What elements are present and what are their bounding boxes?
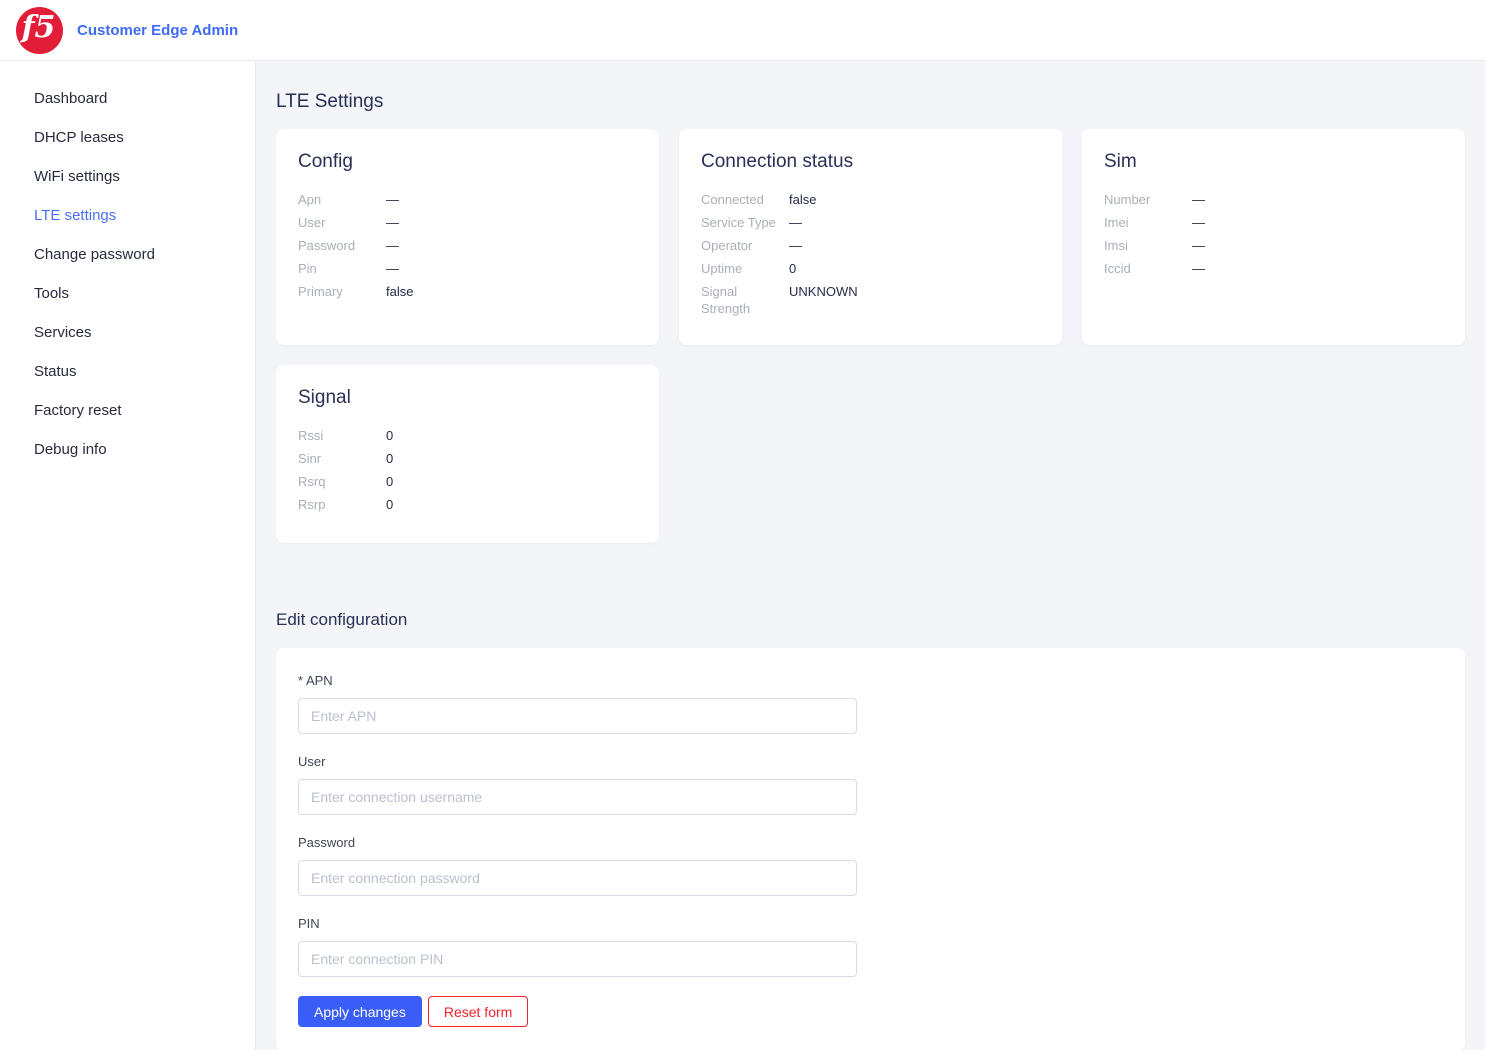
edit-configuration-title: Edit configuration [276, 609, 1465, 631]
sidebar: Dashboard DHCP leases WiFi settings LTE … [0, 61, 256, 1050]
row-label: Imsi [1104, 237, 1192, 254]
sim-row-imsi: Imsi — [1104, 237, 1443, 254]
sidebar-item-factory-reset[interactable]: Factory reset [0, 391, 255, 430]
row-label: Uptime [701, 260, 789, 277]
sidebar-item-dhcp-leases[interactable]: DHCP leases [0, 118, 255, 157]
row-value: — [1192, 191, 1205, 208]
row-value: 0 [386, 473, 393, 490]
reset-form-button[interactable]: Reset form [428, 996, 528, 1027]
sidebar-item-tools[interactable]: Tools [0, 274, 255, 313]
f5-logo-text: f5 [22, 13, 56, 43]
row-label: Rsrq [298, 473, 386, 490]
sidebar-item-dashboard[interactable]: Dashboard [0, 79, 255, 118]
form-actions: Apply changes Reset form [298, 996, 1443, 1027]
lte-settings-form: * APN User Password PIN Apply changes [298, 672, 1443, 1027]
connection-status-card: Connection status Connected false Servic… [679, 129, 1062, 345]
sim-card: Sim Number — Imei — Imsi — Iccid — [1082, 129, 1465, 345]
config-row-user: User — [298, 214, 637, 231]
signal-row-rssi: Rssi 0 [298, 427, 637, 444]
row-value: — [386, 237, 399, 254]
signal-row-rsrp: Rsrp 0 [298, 496, 637, 513]
sidebar-item-change-password[interactable]: Change password [0, 235, 255, 274]
sim-card-title: Sim [1104, 151, 1443, 173]
sidebar-item-status[interactable]: Status [0, 352, 255, 391]
pin-input[interactable] [298, 941, 857, 977]
row-label: Service Type [701, 214, 789, 231]
brand-title: Customer Edge Admin [77, 22, 238, 39]
apn-field-group: * APN [298, 672, 1443, 734]
apply-changes-button[interactable]: Apply changes [298, 996, 422, 1027]
row-value: — [386, 214, 399, 231]
sidebar-item-wifi-settings[interactable]: WiFi settings [0, 157, 255, 196]
row-label: Signal Strength [701, 283, 789, 317]
config-row-primary: Primary false [298, 283, 637, 300]
pin-field-group: PIN [298, 915, 1443, 977]
config-row-pin: Pin — [298, 260, 637, 277]
row-value: UNKNOWN [789, 283, 858, 317]
row-label: Password [298, 237, 386, 254]
row-label: Operator [701, 237, 789, 254]
user-label: User [298, 753, 1443, 771]
row-label: Imei [1104, 214, 1192, 231]
row-value: — [386, 260, 399, 277]
row-value: false [386, 283, 413, 300]
user-field-group: User [298, 753, 1443, 815]
password-input[interactable] [298, 860, 857, 896]
row-value: 0 [386, 450, 393, 467]
app-shell: Dashboard DHCP leases WiFi settings LTE … [0, 61, 1485, 1050]
row-value: — [1192, 214, 1205, 231]
row-label: User [298, 214, 386, 231]
signal-card-title: Signal [298, 387, 637, 409]
sim-row-number: Number — [1104, 191, 1443, 208]
main-content: LTE Settings Config Apn — User — Passwor… [256, 61, 1485, 1050]
apn-input[interactable] [298, 698, 857, 734]
sim-row-imei: Imei — [1104, 214, 1443, 231]
row-value: — [1192, 260, 1205, 277]
status-cards-grid: Config Apn — User — Password — Pin — [276, 129, 1465, 543]
row-label: Pin [298, 260, 386, 277]
edit-configuration-card: * APN User Password PIN Apply changes [276, 648, 1465, 1050]
row-label: Primary [298, 283, 386, 300]
signal-row-rsrq: Rsrq 0 [298, 473, 637, 490]
config-card-title: Config [298, 151, 637, 173]
row-value: — [386, 191, 399, 208]
signal-card: Signal Rssi 0 Sinr 0 Rsrq 0 Rsrp 0 [276, 365, 659, 543]
config-card: Config Apn — User — Password — Pin — [276, 129, 659, 345]
row-label: Apn [298, 191, 386, 208]
config-row-password: Password — [298, 237, 637, 254]
connection-status-card-title: Connection status [701, 151, 1040, 173]
connection-row-uptime: Uptime 0 [701, 260, 1040, 277]
row-value: — [789, 214, 802, 231]
row-label: Rsrp [298, 496, 386, 513]
connection-row-operator: Operator — [701, 237, 1040, 254]
row-value: false [789, 191, 816, 208]
row-label: Iccid [1104, 260, 1192, 277]
sidebar-item-services[interactable]: Services [0, 313, 255, 352]
password-field-group: Password [298, 834, 1443, 896]
f5-logo-icon: f5 [16, 7, 63, 54]
row-value: — [1192, 237, 1205, 254]
row-value: 0 [386, 496, 393, 513]
pin-label: PIN [298, 915, 1443, 933]
app-header: f5 Customer Edge Admin [0, 0, 1485, 61]
row-label: Rssi [298, 427, 386, 444]
user-input[interactable] [298, 779, 857, 815]
signal-row-sinr: Sinr 0 [298, 450, 637, 467]
connection-row-signal-strength: Signal Strength UNKNOWN [701, 283, 1040, 317]
config-row-apn: Apn — [298, 191, 637, 208]
sim-row-iccid: Iccid — [1104, 260, 1443, 277]
row-value: — [789, 237, 802, 254]
apn-label: * APN [298, 672, 1443, 690]
page-title: LTE Settings [276, 89, 1465, 115]
row-value: 0 [789, 260, 796, 277]
sidebar-item-lte-settings[interactable]: LTE settings [0, 196, 255, 235]
row-label: Sinr [298, 450, 386, 467]
row-label: Connected [701, 191, 789, 208]
connection-row-connected: Connected false [701, 191, 1040, 208]
sidebar-item-debug-info[interactable]: Debug info [0, 430, 255, 469]
row-label: Number [1104, 191, 1192, 208]
connection-row-service-type: Service Type — [701, 214, 1040, 231]
password-label: Password [298, 834, 1443, 852]
row-value: 0 [386, 427, 393, 444]
